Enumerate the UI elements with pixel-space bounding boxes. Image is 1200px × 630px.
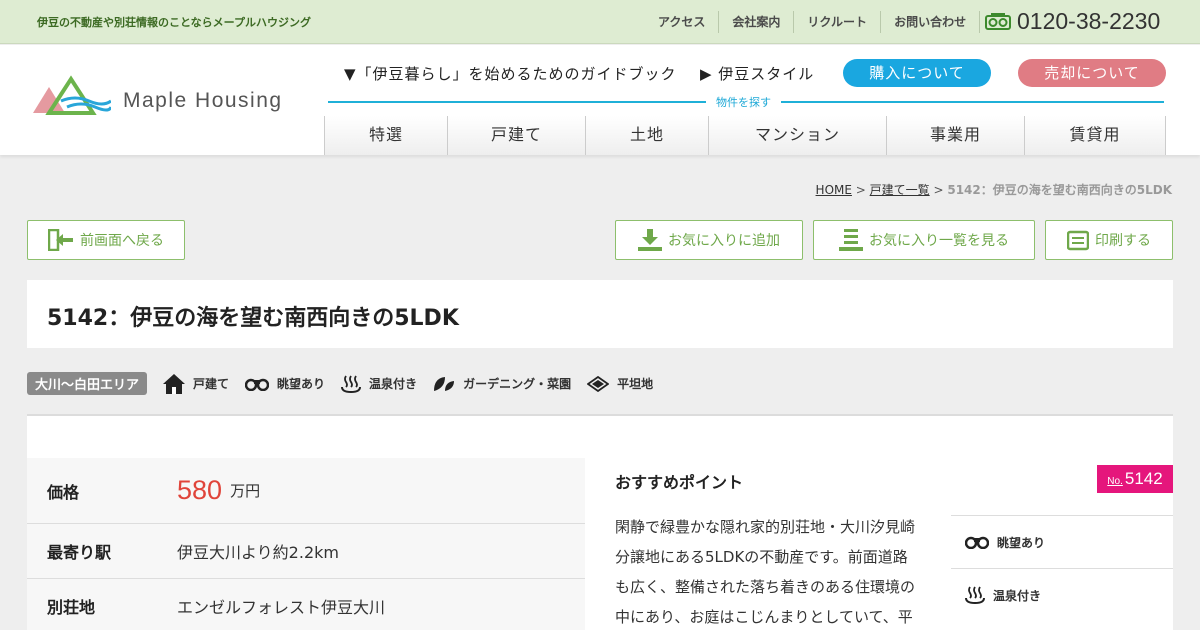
- print-button[interactable]: 印刷する: [1045, 220, 1173, 260]
- tab-mansion[interactable]: マンション: [708, 116, 886, 155]
- back-button[interactable]: 前画面へ戻る: [27, 220, 185, 260]
- spec-table: 価格 580 万円 最寄り駅 伊豆大川より約2.2km 別荘地 エンゼルフォレス…: [27, 458, 585, 630]
- spec-value: エンゼルフォレスト伊豆大川: [177, 598, 386, 617]
- recommend-text: 閑静で緑豊かな隠れ家的別荘地・大川汐見崎分譲地にある5LDKの不動産です。前面道…: [615, 518, 916, 626]
- breadcrumb-sep: >: [851, 183, 870, 197]
- logo-text: Maple Housing: [123, 89, 283, 112]
- property-title: 5142：伊豆の海を望む南西向きの5LDK: [47, 306, 459, 331]
- recommend-title: おすすめポイント: [615, 473, 744, 492]
- spec-value: 伊豆大川より約2.2km: [177, 543, 339, 562]
- flat-land-icon: [587, 375, 610, 392]
- tab-houses[interactable]: 戸建て: [447, 116, 585, 155]
- top-links: アクセス 会社案内 リクルート お問い合わせ: [645, 11, 981, 33]
- tag-garden-label: ガーデニング・菜園: [463, 377, 572, 391]
- breadcrumb-current: 5142：伊豆の海を望む南西向きの5LDK: [947, 183, 1172, 197]
- phone-block[interactable]: 0120-38-2230: [985, 8, 1160, 35]
- feature-view: 眺望あり: [951, 515, 1173, 568]
- tab-featured[interactable]: 特選: [324, 116, 447, 155]
- recruit-link[interactable]: リクルート: [794, 11, 882, 33]
- hot-spring-icon: [965, 586, 985, 604]
- contact-link[interactable]: お問い合わせ: [881, 11, 981, 33]
- breadcrumb-sep: >: [929, 183, 948, 197]
- property-title-box: 5142：伊豆の海を望む南西向きの5LDK: [27, 280, 1173, 348]
- feature-onsen-label: 温泉付き: [993, 588, 1042, 603]
- breadcrumb: HOME > 戸建て一覧 > 5142：伊豆の海を望む南西向きの5LDK: [816, 181, 1172, 198]
- spec-row-station: 最寄り駅 伊豆大川より約2.2km: [27, 524, 585, 579]
- buy-button[interactable]: 購入について: [843, 59, 991, 87]
- guidebook-link[interactable]: ▼「伊豆暮らし」を始めるためのガイドブック: [344, 63, 677, 84]
- property-tags: 大川～白田エリア 戸建て 眺望あり 温泉付き ガーデニング・菜園 平坦地: [27, 372, 653, 395]
- print-label: 印刷する: [1095, 233, 1151, 249]
- breadcrumb-home[interactable]: HOME: [816, 183, 852, 197]
- free-dial-icon: [985, 12, 1011, 30]
- tag-onsen-label: 温泉付き: [369, 377, 418, 391]
- tag-flat: 平坦地: [587, 375, 653, 392]
- price-unit: 万円: [230, 482, 261, 500]
- search-label: 物件を探す: [706, 94, 781, 110]
- sell-button[interactable]: 売却について: [1018, 59, 1166, 87]
- spec-label: 最寄り駅: [47, 543, 112, 562]
- add-favorite-button[interactable]: お気に入りに追加: [615, 220, 803, 260]
- binoculars-icon: [245, 378, 270, 391]
- tab-land[interactable]: 土地: [585, 116, 708, 155]
- view-favorites-label: お気に入り一覧を見る: [869, 233, 1009, 249]
- tag-onsen: 温泉付き: [341, 375, 417, 393]
- spec-row-resort: 別荘地 エンゼルフォレスト伊豆大川: [27, 579, 585, 630]
- spec-label: 別荘地: [47, 598, 96, 617]
- print-icon: [1067, 230, 1089, 251]
- feature-view-label: 眺望あり: [997, 535, 1046, 550]
- logo[interactable]: Maple Housing: [31, 75, 283, 115]
- company-link[interactable]: 会社案内: [719, 11, 795, 33]
- tag-view-label: 眺望あり: [277, 377, 326, 391]
- binoculars-icon: [965, 536, 989, 549]
- site-tagline: 伊豆の不動産や別荘情報のことならメープルハウジング: [37, 16, 312, 29]
- breadcrumb-list[interactable]: 戸建て一覧: [870, 183, 930, 197]
- download-icon: [638, 229, 662, 251]
- hot-spring-icon: [341, 375, 362, 393]
- back-exit-icon: [48, 229, 73, 251]
- add-favorite-label: お気に入りに追加: [668, 233, 780, 249]
- tab-business[interactable]: 事業用: [886, 116, 1024, 155]
- spec-row-price: 価格 580 万円: [27, 458, 585, 524]
- area-badge: 大川～白田エリア: [27, 372, 148, 395]
- back-button-label: 前画面へ戻る: [80, 233, 164, 249]
- tag-house: 戸建て: [163, 373, 230, 394]
- maple-mountain-logo-icon: [33, 75, 111, 115]
- property-number-badge: No. 5142: [1097, 465, 1173, 493]
- access-link[interactable]: アクセス: [645, 11, 720, 33]
- tab-rental[interactable]: 賃貸用: [1024, 116, 1166, 155]
- site-header: Maple Housing ▼「伊豆暮らし」を始めるためのガイドブック ▶ 伊豆…: [0, 45, 1200, 155]
- view-favorites-button[interactable]: お気に入り一覧を見る: [813, 220, 1035, 260]
- leaf-icon: [434, 376, 455, 391]
- price-value: 580: [177, 475, 223, 505]
- tag-house-label: 戸建て: [193, 377, 230, 391]
- tag-flat-label: 平坦地: [617, 377, 654, 391]
- number-value: 5142: [1124, 469, 1163, 488]
- feature-onsen: 温泉付き: [951, 568, 1173, 621]
- spec-label: 価格: [47, 482, 80, 502]
- property-detail-panel: 価格 580 万円 最寄り駅 伊豆大川より約2.2km 別荘地 エンゼルフォレス…: [27, 414, 1173, 630]
- tag-view: 眺望あり: [245, 375, 325, 392]
- house-icon: [163, 373, 186, 394]
- tag-garden: ガーデニング・菜園: [433, 375, 571, 392]
- number-prefix: No.: [1107, 476, 1123, 487]
- izu-style-link[interactable]: ▶ 伊豆スタイル: [700, 63, 814, 84]
- feature-list: 眺望あり 温泉付き: [951, 515, 1173, 621]
- list-icon: [839, 229, 863, 251]
- property-nav: 特選 戸建て 土地 マンション 事業用 賃貸用: [324, 116, 1166, 155]
- top-bar: 伊豆の不動産や別荘情報のことならメープルハウジング アクセス 会社案内 リクルー…: [0, 0, 1200, 44]
- phone-number: 0120-38-2230: [1017, 8, 1161, 34]
